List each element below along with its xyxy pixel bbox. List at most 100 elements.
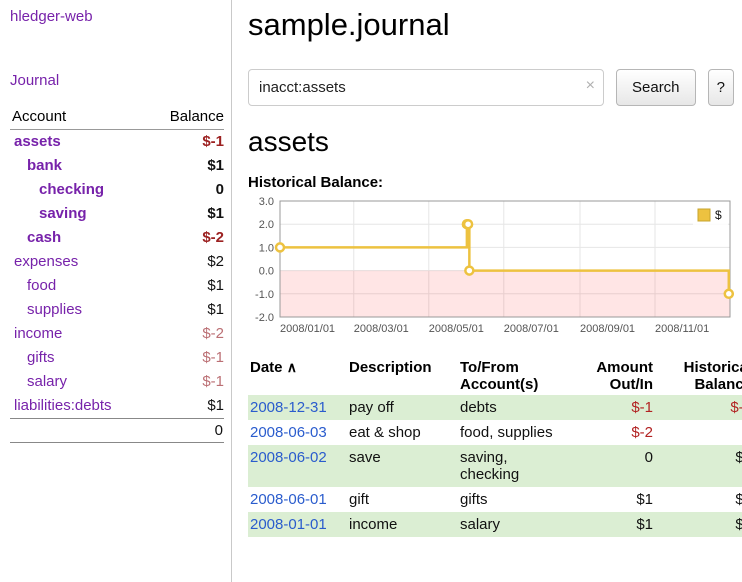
account-link[interactable]: food — [27, 274, 56, 298]
y-tick-label: -2.0 — [255, 312, 274, 324]
brand-link[interactable]: hledger-web — [10, 8, 93, 25]
account-row: saving $1 — [10, 202, 224, 226]
account-link[interactable]: saving — [39, 202, 87, 226]
register-accounts-cell: debts — [458, 395, 566, 420]
accounts-total-value: 0 — [215, 419, 223, 442]
col-date[interactable]: Date ∧ — [248, 357, 347, 395]
y-tick-label: 0.0 — [259, 266, 274, 278]
register-amount-cell: $1 — [566, 512, 655, 537]
register-balance-cell: 0 — [655, 420, 742, 445]
accounts-table-header: Account Balance — [10, 106, 224, 130]
search-input[interactable] — [248, 69, 604, 106]
register-amount-cell: $1 — [566, 487, 655, 512]
account-link[interactable]: gifts — [27, 346, 55, 370]
main-content: sample.journal × Search ? assets Histori… — [248, 0, 734, 537]
account-link[interactable]: income — [14, 322, 62, 346]
date-link[interactable]: 2008-01-01 — [250, 516, 327, 533]
register-description-cell: pay off — [347, 395, 458, 420]
register-row: 2008-06-01giftgifts$1$2 — [248, 487, 742, 512]
col-balance: Historical Balance — [655, 357, 742, 395]
search-input-wrap: × — [248, 69, 604, 106]
register-date-cell: 2008-06-03 — [248, 420, 347, 445]
date-link[interactable]: 2008-06-02 — [250, 449, 327, 466]
account-row: income $-2 — [10, 322, 224, 346]
help-button[interactable]: ? — [708, 69, 734, 106]
account-link[interactable]: supplies — [27, 298, 82, 322]
date-link[interactable]: 2008-12-31 — [250, 399, 327, 416]
account-row: supplies$1 — [10, 298, 224, 322]
account-balance: $-2 — [202, 322, 224, 346]
negative-region — [280, 271, 730, 317]
nav-journal-link[interactable]: Journal — [10, 72, 59, 89]
register-description-cell: eat & shop — [347, 420, 458, 445]
page-title: sample.journal — [248, 4, 734, 46]
account-balance: $2 — [207, 250, 224, 274]
register-row: 2008-12-31pay offdebts$-1$-1 — [248, 395, 742, 420]
col-accounts: To/From Account(s) — [458, 357, 566, 395]
x-tick-label: 2008/07/01 — [504, 323, 559, 335]
account-balance: $-1 — [202, 346, 224, 370]
register-table: Date ∧ Description To/From Account(s) Am… — [248, 357, 742, 537]
account-balance: $-1 — [202, 370, 224, 394]
register-date-cell: 2008-06-01 — [248, 487, 347, 512]
account-link[interactable]: bank — [27, 154, 62, 178]
search-bar: × Search ? — [248, 69, 734, 106]
legend-label: $ — [715, 208, 722, 222]
accounts-header-account: Account — [12, 108, 66, 125]
account-row: gifts $-1 — [10, 346, 224, 370]
account-row: salary $-1 — [10, 370, 224, 394]
x-tick-label: 2008/03/01 — [354, 323, 409, 335]
account-balance: $1 — [207, 394, 224, 418]
clear-search-icon[interactable]: × — [586, 78, 595, 94]
accounts-list: assets$-1bank$1checking0saving$1cash$-2e… — [10, 130, 224, 418]
register-amount-cell: $-1 — [566, 395, 655, 420]
register-date-cell: 2008-06-02 — [248, 445, 347, 487]
accounts-header-balance: Balance — [170, 108, 224, 125]
register-row: 2008-06-02savesaving, checking0$2 — [248, 445, 742, 487]
account-link[interactable]: liabilities:debts — [14, 394, 112, 418]
account-row: liabilities:debts $1 — [10, 394, 224, 418]
account-link[interactable]: expenses — [14, 250, 78, 274]
register-date-cell: 2008-01-01 — [248, 512, 347, 537]
account-balance: $1 — [207, 202, 224, 226]
account-link[interactable]: cash — [27, 226, 61, 250]
legend-swatch-icon — [698, 209, 710, 221]
register-row: 2008-06-03eat & shopfood, supplies$-20 — [248, 420, 742, 445]
x-tick-label: 2008/09/01 — [580, 323, 635, 335]
y-tick-label: -1.0 — [255, 289, 274, 301]
account-link[interactable]: salary — [27, 370, 67, 394]
y-tick-label: 2.0 — [259, 219, 274, 231]
account-row: expenses $2 — [10, 250, 224, 274]
account-balance: $-1 — [202, 130, 224, 154]
register-date-cell: 2008-12-31 — [248, 395, 347, 420]
account-row: food$1 — [10, 274, 224, 298]
date-link[interactable]: 2008-06-01 — [250, 491, 327, 508]
x-tick-label: 2008/05/01 — [429, 323, 484, 335]
app-window: hledger-web Journal Account Balance asse… — [0, 0, 742, 582]
register-balance-cell: $1 — [655, 512, 742, 537]
accounts-total-row: 0 — [10, 418, 224, 443]
register-description-cell: income — [347, 512, 458, 537]
date-link[interactable]: 2008-06-03 — [250, 424, 327, 441]
search-button[interactable]: Search — [616, 69, 696, 106]
col-description: Description — [347, 357, 458, 395]
col-amount: Amount Out/In — [566, 357, 655, 395]
sidebar: hledger-web Journal Account Balance asse… — [0, 0, 232, 582]
chart-point — [276, 243, 284, 251]
account-row: cash$-2 — [10, 226, 224, 250]
account-link[interactable]: checking — [39, 178, 104, 202]
balance-chart[interactable]: 3.02.01.00.0-1.0-2.02008/01/012008/03/01… — [248, 195, 734, 345]
account-title: assets — [248, 123, 734, 161]
account-link[interactable]: assets — [14, 130, 61, 154]
register-accounts-cell: salary — [458, 512, 566, 537]
sort-asc-icon: ∧ — [287, 359, 297, 375]
chart-point — [725, 290, 733, 298]
x-tick-label: 2008/11/01 — [655, 323, 709, 335]
balance-chart-svg: 3.02.01.00.0-1.0-2.02008/01/012008/03/01… — [248, 195, 734, 345]
y-tick-label: 1.0 — [259, 242, 274, 254]
accounts-table: Account Balance assets$-1bank$1checking0… — [10, 106, 224, 443]
register-body: 2008-12-31pay offdebts$-1$-12008-06-03ea… — [248, 395, 742, 537]
account-row: bank$1 — [10, 154, 224, 178]
register-balance-cell: $2 — [655, 445, 742, 487]
chart-point — [465, 267, 473, 275]
